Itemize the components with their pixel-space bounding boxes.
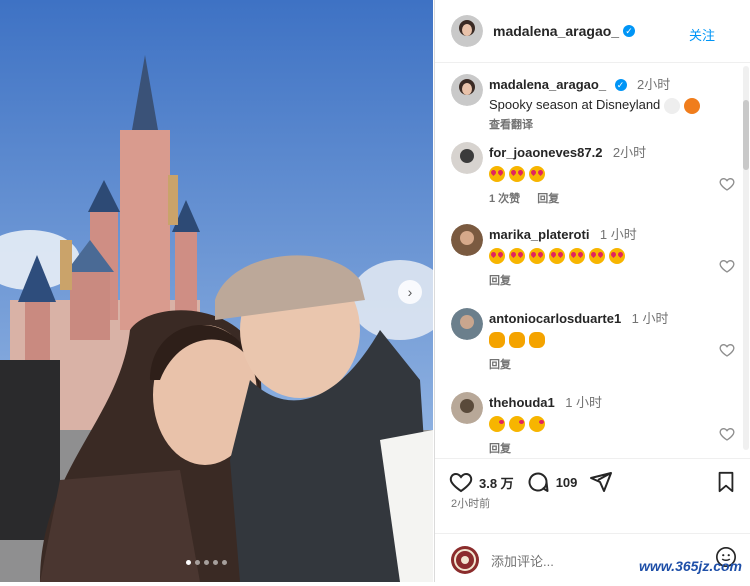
- heart-eyes-emoji-icon: [489, 247, 505, 264]
- comment-time: 1 小时: [631, 311, 669, 326]
- watermark: www.365jz.com: [639, 558, 742, 574]
- reply-button[interactable]: 回复: [489, 359, 511, 371]
- comment-emojis: [489, 415, 707, 432]
- comment-like-count[interactable]: 1 次赞: [489, 193, 520, 205]
- comment-username[interactable]: for_joaoneves87.2: [489, 145, 602, 160]
- like-heart-icon[interactable]: [449, 470, 473, 494]
- verified-badge-icon: ✓: [614, 78, 627, 91]
- comments-list[interactable]: madalena_aragao_ ✓ 2小时 Spooky season at …: [435, 62, 750, 458]
- comment-time: 2小时: [612, 145, 647, 160]
- heart-eyes-emoji-icon: [589, 247, 605, 264]
- author-username[interactable]: madalena_aragao_: [493, 23, 619, 39]
- current-user-avatar: [451, 546, 479, 574]
- like-count[interactable]: 3.8 万: [479, 473, 514, 492]
- comment-username[interactable]: antoniocarlosduarte1: [489, 311, 621, 326]
- comment-time: 1 小时: [565, 395, 603, 410]
- next-image-button[interactable]: ›: [398, 280, 422, 304]
- comment-username[interactable]: marika_plateroti: [489, 227, 589, 242]
- like-comment-heart-icon[interactable]: [719, 426, 735, 442]
- caption-username[interactable]: madalena_aragao_: [489, 77, 606, 92]
- ghost-emoji-icon: [663, 97, 680, 114]
- posted-time: 2小时前: [451, 498, 491, 510]
- commenter-avatar[interactable]: [451, 308, 483, 340]
- kiss-emoji-icon: [529, 415, 545, 432]
- share-send-icon[interactable]: [589, 470, 613, 494]
- commenter-avatar[interactable]: [451, 142, 483, 174]
- post-side-panel: madalena_aragao_ ✓ 关注 madalena_aragao_ ✓…: [434, 0, 750, 582]
- heart-eyes-emoji-icon: [609, 247, 625, 264]
- like-comment-heart-icon[interactable]: [719, 258, 735, 274]
- caption-time: 2小时: [636, 77, 671, 92]
- like-comment-heart-icon[interactable]: [719, 176, 735, 192]
- heart-eyes-emoji-icon: [509, 165, 525, 182]
- image-pagination-dots: [186, 560, 227, 565]
- comment-emojis: [489, 331, 707, 348]
- verified-badge-icon: ✓: [623, 25, 636, 37]
- clapping-hands-emoji-icon: [489, 331, 505, 348]
- post-actions: 3.8 万 109 2小时前 添加评论...: [435, 458, 750, 574]
- clapping-hands-emoji-icon: [529, 331, 545, 348]
- comment-time: 1 小时: [599, 227, 637, 242]
- author-avatar[interactable]: [451, 15, 483, 47]
- comment-username[interactable]: thehouda1: [489, 395, 555, 410]
- follow-button[interactable]: 关注: [689, 25, 715, 44]
- bookmark-icon[interactable]: [715, 471, 737, 493]
- see-translation-link[interactable]: 查看翻译: [489, 116, 735, 132]
- add-comment-input[interactable]: 添加评论...: [491, 551, 554, 570]
- post-photo[interactable]: ›: [0, 0, 433, 582]
- reply-button[interactable]: 回复: [537, 193, 559, 205]
- heart-eyes-emoji-icon: [569, 247, 585, 264]
- comments-scrollbar[interactable]: [743, 66, 749, 450]
- comment-bubble-icon[interactable]: [526, 470, 550, 494]
- post-header: madalena_aragao_ ✓ 关注: [435, 0, 750, 63]
- kiss-emoji-icon: [489, 415, 505, 432]
- heart-eyes-emoji-icon: [529, 165, 545, 182]
- pumpkin-emoji-icon: [683, 97, 700, 114]
- kiss-emoji-icon: [509, 415, 525, 432]
- comment-emojis: [489, 247, 707, 264]
- commenter-avatar[interactable]: [451, 392, 483, 424]
- heart-eyes-emoji-icon: [549, 247, 565, 264]
- like-comment-heart-icon[interactable]: [719, 342, 735, 358]
- heart-eyes-emoji-icon: [489, 165, 505, 182]
- commenter-avatar[interactable]: [451, 224, 483, 256]
- caption-text: Spooky season at Disneyland: [489, 97, 661, 112]
- clapping-hands-emoji-icon: [509, 331, 525, 348]
- heart-eyes-emoji-icon: [509, 247, 525, 264]
- comment-emojis: [489, 165, 707, 182]
- reply-button[interactable]: 回复: [489, 275, 511, 287]
- reply-button[interactable]: 回复: [489, 443, 511, 455]
- comment-count: 109: [555, 474, 578, 490]
- author-avatar[interactable]: [451, 74, 483, 106]
- heart-eyes-emoji-icon: [529, 247, 545, 264]
